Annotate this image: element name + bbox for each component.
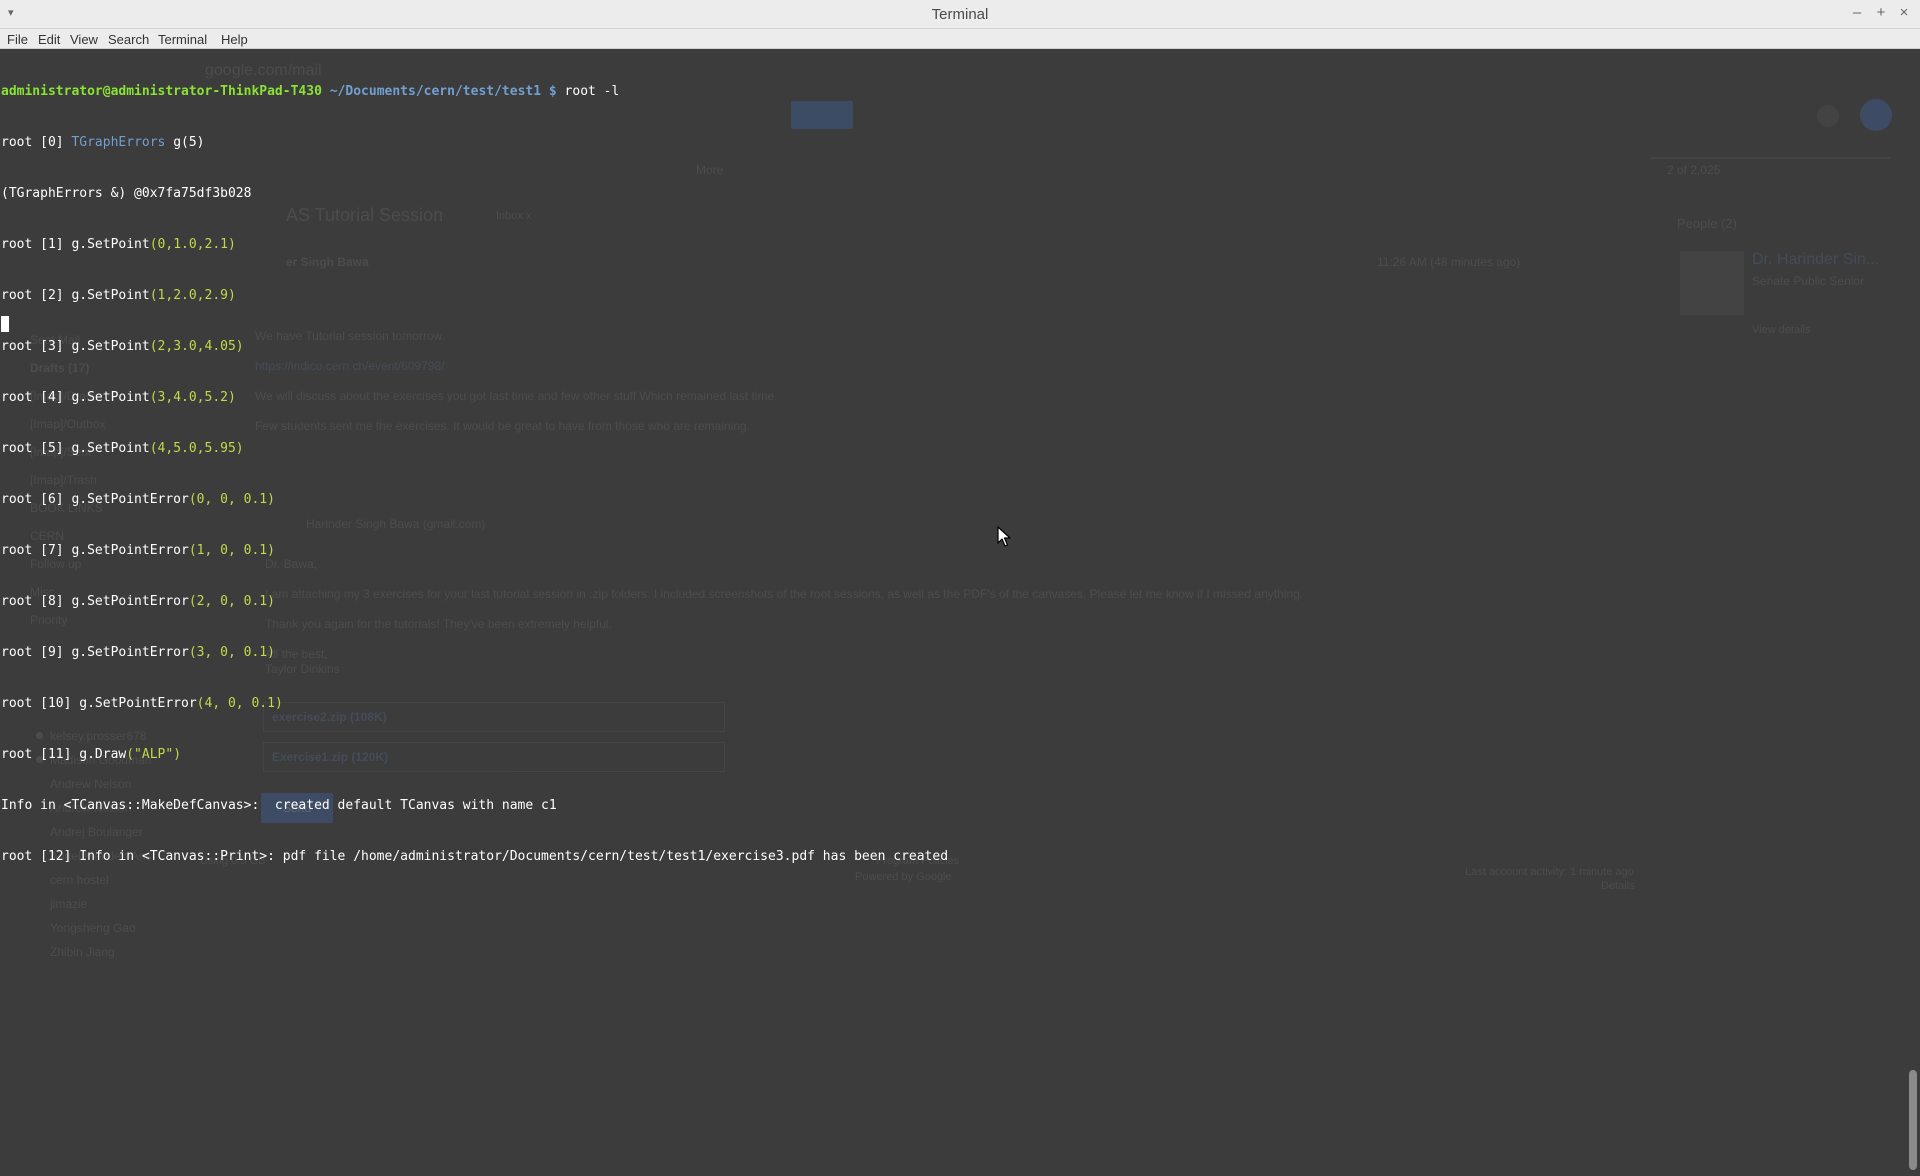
terminal-text: root [10] g.SetPointError: [1, 696, 197, 711]
terminal-args: (2, 0, 0.1): [188, 594, 275, 609]
terminal-output: administrator@administrator-ThinkPad-T43…: [1, 49, 948, 899]
terminal-text: root [4] g.SetPoint: [1, 390, 150, 405]
maximize-icon[interactable]: +: [1873, 4, 1889, 21]
bg-settings-icon: [1817, 105, 1839, 127]
terminal-text: root [11] g.Draw: [1, 747, 127, 762]
bg-details: Details: [1601, 880, 1635, 892]
minimize-icon[interactable]: –: [1849, 4, 1865, 21]
prompt-command: root -l: [556, 84, 620, 99]
close-icon[interactable]: ×: [1896, 4, 1912, 21]
terminal-args: ("ALP"): [126, 747, 182, 762]
menu-edit[interactable]: Edit: [38, 32, 60, 47]
terminal-args: (3, 0, 0.1): [188, 645, 275, 660]
terminal-scrollbar[interactable]: [1906, 49, 1920, 1176]
terminal-line: root [5] g.SetPoint(4,5.0,5.95): [1, 440, 948, 457]
terminal-args: (2,3.0,4.05): [149, 339, 244, 354]
prompt-path: ~/Documents/cern/test/test1 $: [329, 84, 557, 99]
bg-view-details: View details: [1752, 324, 1811, 336]
terminal-text: root [6] g.SetPointError: [1, 492, 189, 507]
bg-contact: Zhibin Jiang: [50, 945, 115, 959]
terminal-view[interactable]: google.com/mail More 2 of 2,025 AS Tutor…: [0, 49, 1906, 1176]
bg-pagination: 2 of 2,025: [1667, 163, 1721, 177]
terminal-text: root [8] g.SetPointError: [1, 594, 189, 609]
terminal-line: root [10] g.SetPointError(4, 0, 0.1): [1, 695, 948, 712]
terminal-text: root [2] g.SetPoint: [1, 288, 150, 303]
terminal-text: root [3] g.SetPoint: [1, 339, 150, 354]
terminal-line: Info in <TCanvas::MakeDefCanvas>: create…: [1, 798, 557, 813]
terminal-line: root [0] TGraphErrors g(5): [1, 134, 948, 151]
terminal-line: root [4] g.SetPoint(3,4.0,5.2): [1, 389, 948, 406]
bg-contact-sub: Senate Public Senior: [1752, 274, 1865, 288]
terminal-keyword: TGraphErrors: [71, 135, 166, 150]
window-title: Terminal: [931, 6, 989, 23]
terminal-args: (3,4.0,5.2): [149, 390, 236, 405]
terminal-line: root [2] g.SetPoint(1,2.0,2.9): [1, 287, 948, 304]
terminal-line: root [12] Info in <TCanvas::Print>: pdf …: [1, 849, 949, 864]
bg-contact: Yongsheng Gao: [50, 921, 136, 935]
terminal-text: root [0]: [1, 135, 72, 150]
terminal-text: root [1] g.SetPoint: [1, 237, 150, 252]
terminal-args: (1, 0, 0.1): [188, 543, 275, 558]
terminal-line: root [6] g.SetPointError(0, 0, 0.1): [1, 491, 948, 508]
window-titlebar: ▾ Terminal – + ×: [0, 0, 1920, 29]
terminal-line: root [3] g.SetPoint(2,3.0,4.05): [1, 338, 948, 355]
bg-divider: [1650, 157, 1890, 159]
mouse-pointer-icon: [997, 526, 1011, 547]
bg-avatar: [1860, 99, 1892, 131]
terminal-line: root [8] g.SetPointError(2, 0, 0.1): [1, 593, 948, 610]
terminal-line: root [9] g.SetPointError(3, 0, 0.1): [1, 644, 948, 661]
prompt-user: administrator@administrator-ThinkPad-T43…: [1, 84, 322, 99]
terminal-text: g(5): [165, 135, 205, 150]
bg-time: 11:26 AM (48 minutes ago): [1377, 255, 1521, 269]
terminal-line: root [7] g.SetPointError(1, 0, 0.1): [1, 542, 948, 559]
terminal-args: (0,1.0,2.1): [149, 237, 236, 252]
scrollbar-thumb[interactable]: [1909, 1070, 1917, 1170]
menu-help[interactable]: Help: [221, 32, 248, 47]
terminal-text: root [7] g.SetPointError: [1, 543, 189, 558]
bg-contact-photo: [1680, 251, 1744, 315]
bg-people: People (2): [1677, 216, 1737, 231]
menu-search[interactable]: Search: [108, 32, 149, 47]
terminal-args: (4, 0, 0.1): [196, 696, 283, 711]
terminal-line: root [11] g.Draw("ALP"): [1, 746, 948, 763]
terminal-text: root [9] g.SetPointError: [1, 645, 189, 660]
bg-last-activity: Last account activity: 1 minute ago: [1465, 866, 1634, 878]
terminal-args: (4,5.0,5.95): [149, 441, 244, 456]
bg-contact: jimazie: [50, 897, 88, 911]
terminal-args: (1,2.0,2.9): [149, 288, 236, 303]
terminal-prompt-line: administrator@administrator-ThinkPad-T43…: [1, 83, 948, 100]
menu-terminal[interactable]: Terminal: [158, 32, 207, 47]
menu-bar: File Edit View Search Terminal Help: [0, 29, 1920, 49]
terminal-text: root [5] g.SetPoint: [1, 441, 150, 456]
terminal-line: (TGraphErrors &) @0x7fa75df3b028: [1, 186, 252, 201]
bg-contact-name: Dr. Harinder Sin...: [1752, 251, 1880, 268]
terminal-args: (0, 0, 0.1): [188, 492, 275, 507]
menu-view[interactable]: View: [70, 32, 98, 47]
menu-file[interactable]: File: [7, 32, 28, 47]
terminal-line: root [1] g.SetPoint(0,1.0,2.1): [1, 236, 948, 253]
text-cursor: [1, 316, 9, 332]
